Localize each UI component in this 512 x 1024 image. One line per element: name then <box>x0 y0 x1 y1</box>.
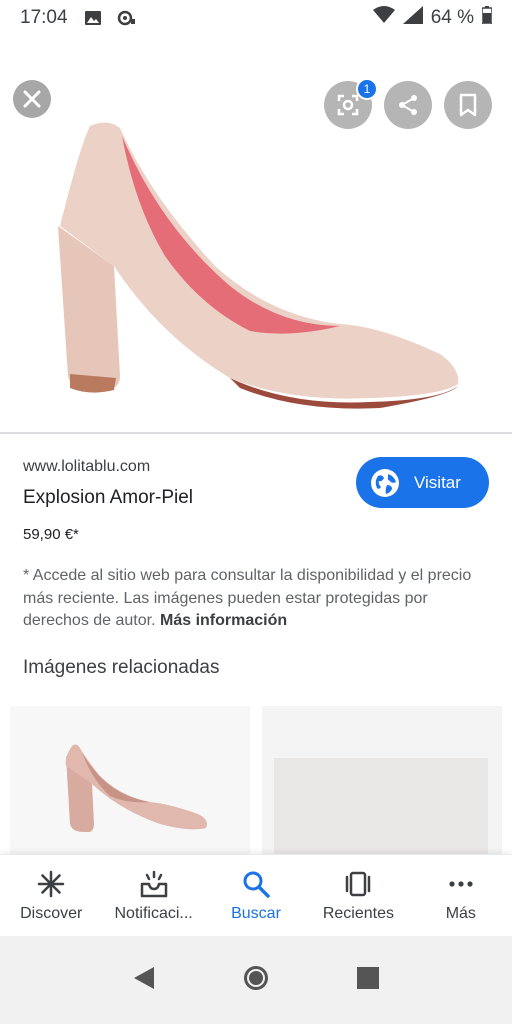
nav-recents-label: Recientes <box>322 904 394 922</box>
nav-discover-label: Discover <box>20 904 83 922</box>
status-bar: 17:04 64 % <box>0 0 512 36</box>
battery-icon <box>481 6 493 30</box>
nav-notifications-label: Notificaci... <box>114 904 193 922</box>
nav-search-label: Buscar <box>231 904 281 922</box>
back-icon[interactable] <box>133 966 155 995</box>
status-time: 17:04 <box>20 7 68 28</box>
asterisk-icon <box>37 869 65 899</box>
bottom-navigation: Discover Notificaci... Buscar Recientes … <box>0 854 512 936</box>
close-button[interactable] <box>13 80 51 118</box>
nav-more-label: Más <box>445 904 476 922</box>
product-price: 59,90 €* <box>23 526 79 543</box>
related-image-1[interactable] <box>10 706 250 856</box>
system-navigation-bar <box>0 936 512 1024</box>
disclaimer-text: * Accede al sitio web para consultar la … <box>23 565 493 633</box>
lens-badge: 1 <box>356 78 378 100</box>
save-button[interactable] <box>444 81 492 129</box>
overview-icon[interactable] <box>356 966 379 994</box>
divider <box>0 432 512 434</box>
more-info-link[interactable]: Más información <box>160 612 287 629</box>
related-image-2-content <box>274 758 488 856</box>
signal-icon <box>402 6 423 30</box>
nav-more[interactable]: Más <box>410 855 512 936</box>
nav-recents[interactable]: Recientes <box>307 855 409 936</box>
product-image[interactable]: 1 <box>0 36 512 432</box>
nav-discover[interactable]: Discover <box>0 855 102 936</box>
wifi-icon <box>372 6 395 30</box>
lens-icon <box>337 94 359 116</box>
share-button[interactable] <box>384 81 432 129</box>
assistant-notification-icon <box>116 10 136 26</box>
related-images-heading: Imágenes relacionadas <box>23 657 220 678</box>
search-icon <box>242 869 270 899</box>
nav-search[interactable]: Buscar <box>205 855 307 936</box>
more-dots-icon <box>447 869 475 899</box>
battery-percent: 64 % <box>430 7 474 28</box>
shoe-image <box>58 122 459 409</box>
bookmark-icon <box>459 93 477 117</box>
recents-icon <box>343 869 373 899</box>
shoe-thumbnail-image <box>65 744 207 832</box>
close-icon <box>23 90 41 108</box>
globe-icon <box>370 468 400 498</box>
home-icon[interactable] <box>242 964 270 997</box>
source-url[interactable]: www.lolitablu.com <box>23 458 150 476</box>
inbox-icon <box>139 869 169 899</box>
share-icon <box>399 95 417 115</box>
nav-notifications[interactable]: Notificaci... <box>102 855 204 936</box>
visit-label: Visitar <box>414 472 461 492</box>
image-notification-icon <box>84 10 102 26</box>
visit-button[interactable]: Visitar <box>356 457 489 508</box>
product-title[interactable]: Explosion Amor-Piel <box>23 487 193 509</box>
related-image-2[interactable] <box>262 706 502 856</box>
